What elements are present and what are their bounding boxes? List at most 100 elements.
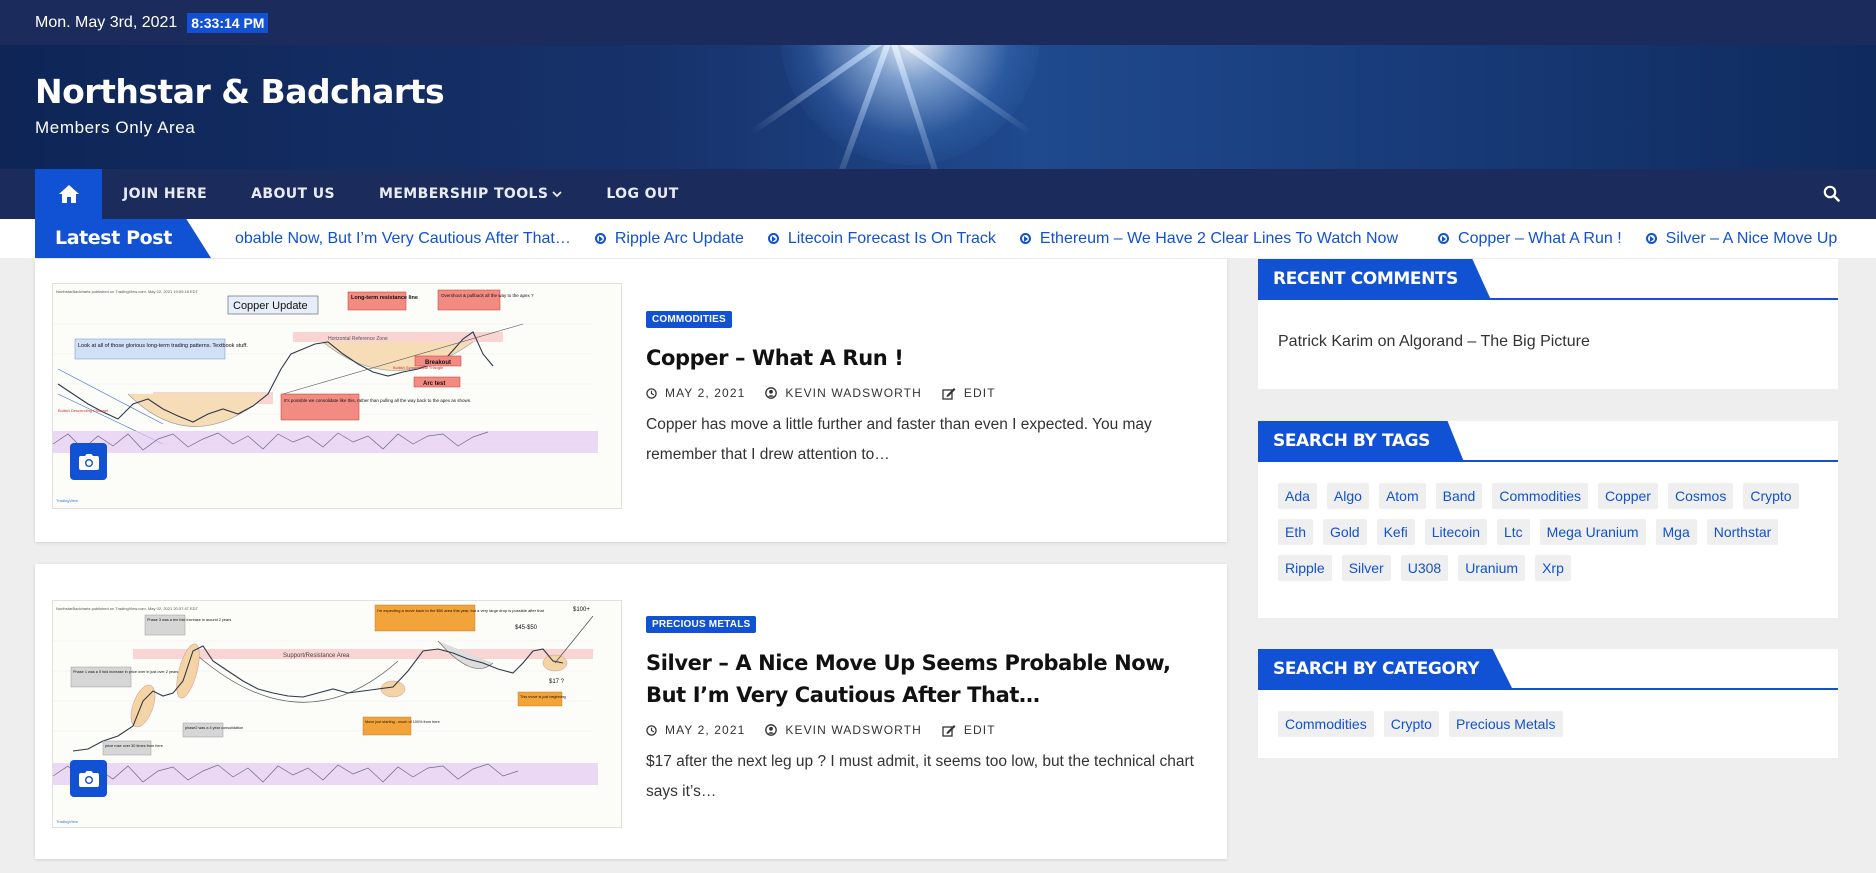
main-nav: JOIN HERE ABOUT US MEMBERSHIP TOOLS LOG … bbox=[0, 169, 1876, 219]
chart-annotation: Bullish Descending Channel bbox=[58, 408, 108, 413]
ticker-item-label: Silver – A Nice Move Up bbox=[1665, 229, 1838, 247]
post-edit-link[interactable]: EDIT bbox=[942, 386, 996, 400]
post-excerpt: $17 after the next leg up ? I must admit… bbox=[646, 753, 1194, 800]
post-category-badge[interactable]: COMMODITIES bbox=[646, 311, 732, 328]
post-date-label: MAY 2, 2021 bbox=[665, 723, 746, 737]
tag-link[interactable]: Mega Uranium bbox=[1539, 519, 1646, 545]
chart-title: Copper Update bbox=[233, 300, 308, 312]
user-circle-icon bbox=[765, 724, 778, 736]
chart-annotation: phase2 was a 4 year consolidation bbox=[185, 726, 243, 730]
post-meta-column: COMMODITIES Copper – What A Run ! MAY 2,… bbox=[646, 309, 1207, 470]
silver-chart-image: NorthstarBadcharts published on TradingV… bbox=[53, 601, 621, 827]
ticker-item[interactable]: Ripple Arc Update bbox=[594, 230, 744, 248]
clock-icon bbox=[646, 724, 657, 736]
post-author[interactable]: KEVIN WADSWORTH bbox=[765, 723, 922, 737]
tag-link[interactable]: Northstar bbox=[1706, 519, 1779, 545]
tag-link[interactable]: Cosmos bbox=[1667, 483, 1734, 509]
category-link[interactable]: Commodities bbox=[1278, 711, 1374, 737]
nav-join-here[interactable]: JOIN HERE bbox=[123, 186, 207, 202]
tag-link[interactable]: Silver bbox=[1341, 555, 1391, 581]
comment-on-text: on bbox=[1377, 333, 1396, 350]
tag-link[interactable]: Ada bbox=[1278, 483, 1317, 509]
svg-text:TradingView: TradingView bbox=[56, 498, 78, 503]
post-thumbnail[interactable]: NorthstarBadcharts published on TradingV… bbox=[52, 283, 622, 509]
nav-membership-tools[interactable]: MEMBERSHIP TOOLS bbox=[379, 186, 562, 202]
gallery-camera-button[interactable] bbox=[70, 443, 107, 480]
ticker-item[interactable]: Copper – What A Run ! bbox=[1438, 230, 1622, 248]
recent-comment: Patrick Karim on Algorand – The Big Pict… bbox=[1278, 333, 1590, 351]
post-date[interactable]: MAY 2, 2021 bbox=[646, 723, 745, 737]
tag-link[interactable]: Mga bbox=[1655, 519, 1697, 545]
nav-log-out[interactable]: LOG OUT bbox=[606, 186, 678, 202]
play-circle-icon bbox=[1645, 233, 1657, 244]
tag-link[interactable]: Band bbox=[1435, 483, 1483, 509]
edit-icon bbox=[942, 387, 956, 400]
tag-link[interactable]: Uranium bbox=[1458, 555, 1526, 581]
ticker-label: Latest Post bbox=[35, 219, 211, 258]
tag-link[interactable]: Crypto bbox=[1743, 483, 1799, 509]
post-author-label: KEVIN WADSWORTH bbox=[785, 386, 922, 400]
svg-text:TradingView: TradingView bbox=[56, 819, 78, 824]
tag-link[interactable]: Kefi bbox=[1376, 519, 1415, 545]
chart-annotation: $17 ? bbox=[549, 679, 565, 685]
ticker-item[interactable]: Litecoin Forecast Is On Track bbox=[767, 230, 996, 248]
copper-chart-image: NorthstarBadcharts published on TradingV… bbox=[53, 284, 621, 508]
search-icon bbox=[1823, 185, 1840, 202]
chart-annotation: Arc test bbox=[423, 381, 445, 387]
widget-title: RECENT COMMENTS bbox=[1258, 259, 1491, 300]
ticker-items: obable Now, But I’m Very Cautious After … bbox=[235, 219, 1861, 258]
post-card: NorthstarBadcharts published on TradingV… bbox=[35, 564, 1227, 859]
tag-link[interactable]: Litecoin bbox=[1424, 519, 1487, 545]
post-category-badge[interactable]: PRECIOUS METALS bbox=[646, 616, 757, 633]
post-author[interactable]: KEVIN WADSWORTH bbox=[765, 386, 922, 400]
current-date: Mon. May 3rd, 2021 bbox=[35, 13, 178, 31]
post-title[interactable]: Silver – A Nice Move Up Seems Probable N… bbox=[646, 647, 1207, 711]
comment-post-link[interactable]: Algorand – The Big Picture bbox=[1399, 333, 1590, 350]
home-icon bbox=[58, 185, 79, 203]
tag-link[interactable]: Ripple bbox=[1278, 555, 1332, 581]
post-thumbnail[interactable]: NorthstarBadcharts published on TradingV… bbox=[52, 600, 622, 828]
widget-header: SEARCH BY TAGS bbox=[1258, 421, 1838, 462]
tag-link[interactable]: Atom bbox=[1378, 483, 1426, 509]
ticker-item[interactable]: obable Now, But I’m Very Cautious After … bbox=[235, 230, 571, 248]
latest-post-ticker: obable Now, But I’m Very Cautious After … bbox=[0, 219, 1876, 258]
nav-about-us[interactable]: ABOUT US bbox=[251, 186, 335, 202]
tag-link[interactable]: Copper bbox=[1598, 483, 1658, 509]
tag-link[interactable]: U308 bbox=[1400, 555, 1449, 581]
post-title[interactable]: Copper – What A Run ! bbox=[646, 342, 1207, 374]
chart-annotation: Long-term resistance line bbox=[351, 295, 418, 301]
post-date[interactable]: MAY 2, 2021 bbox=[646, 386, 745, 400]
ticker-item-label: obable Now, But I’m Very Cautious After … bbox=[235, 229, 571, 247]
search-by-category-widget: SEARCH BY CATEGORY Commodities Crypto Pr… bbox=[1258, 649, 1838, 758]
gallery-camera-button[interactable] bbox=[70, 760, 107, 797]
tag-link[interactable]: Algo bbox=[1326, 483, 1369, 509]
post-edit-link[interactable]: EDIT bbox=[942, 723, 996, 737]
tag-link[interactable]: Gold bbox=[1323, 519, 1367, 545]
chart-annotation: Look at all of those glorious long-term … bbox=[78, 343, 248, 349]
ticker-item[interactable]: Silver – A Nice Move Up bbox=[1645, 229, 1838, 248]
ticker-item[interactable]: Ethereum – We Have 2 Clear Lines To Watc… bbox=[1019, 230, 1398, 248]
tag-link[interactable]: Xrp bbox=[1535, 555, 1571, 581]
top-bar: Mon. May 3rd, 2021 8:33:14 PM bbox=[0, 0, 1876, 45]
chevron-down-icon bbox=[552, 191, 562, 198]
category-link[interactable]: Crypto bbox=[1383, 711, 1439, 737]
play-circle-icon bbox=[1438, 233, 1450, 244]
camera-icon bbox=[78, 453, 99, 470]
post-excerpt: Copper has move a little further and fas… bbox=[646, 416, 1152, 463]
post-edit-label: EDIT bbox=[963, 723, 996, 737]
tag-link[interactable]: Commodities bbox=[1492, 483, 1589, 509]
category-link[interactable]: Precious Metals bbox=[1448, 711, 1563, 737]
post-card: NorthstarBadcharts published on TradingV… bbox=[35, 259, 1227, 542]
nav-search-button[interactable] bbox=[1823, 185, 1840, 207]
clock-icon bbox=[646, 387, 657, 399]
tag-link[interactable]: Eth bbox=[1278, 519, 1314, 545]
tag-link[interactable]: Ltc bbox=[1496, 519, 1530, 545]
nav-home-button[interactable] bbox=[35, 169, 102, 219]
comment-author-link[interactable]: Patrick Karim bbox=[1278, 333, 1373, 350]
site-tagline: Members Only Area bbox=[35, 118, 196, 137]
site-title[interactable]: Northstar & Badcharts bbox=[35, 72, 445, 111]
post-edit-label: EDIT bbox=[963, 386, 996, 400]
chart-annotation: Move just starting - much of 100% from h… bbox=[365, 720, 440, 724]
recent-comments-widget: RECENT COMMENTS Patrick Karim on Algoran… bbox=[1258, 259, 1838, 389]
site-header: Northstar & Badcharts Members Only Area bbox=[0, 45, 1876, 169]
